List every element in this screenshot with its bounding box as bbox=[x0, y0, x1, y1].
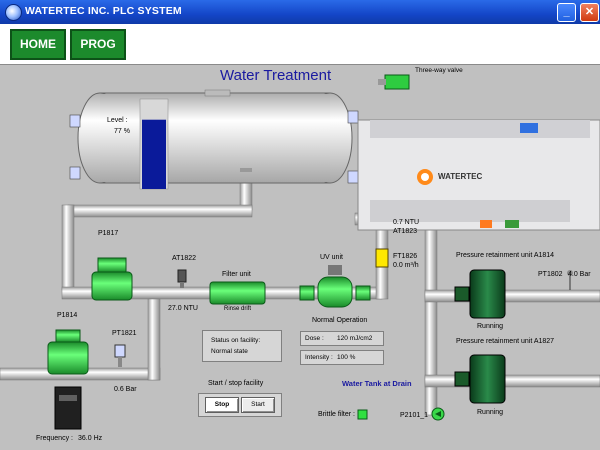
uv-unit-label: UV unit bbox=[320, 254, 343, 261]
tank-level-label: Level : bbox=[107, 117, 128, 124]
process-canvas: Water Treatment Level : 77 % Three-way v… bbox=[0, 65, 600, 450]
pt1821-sensor-icon[interactable] bbox=[114, 344, 126, 367]
at1823-tag: AT1823 bbox=[393, 228, 417, 235]
filter-unit-sublabel: Rinse drift bbox=[224, 306, 252, 312]
dose-label: Dose : bbox=[305, 335, 324, 342]
p1817-label: P1817 bbox=[98, 230, 119, 237]
pressure-unit-a1827-icon[interactable] bbox=[454, 354, 506, 404]
plc-brand-label: WATERTEC bbox=[438, 172, 483, 181]
pt1802-value: 4.0 Bar bbox=[568, 271, 591, 278]
p2101-label: P2101_1 bbox=[400, 412, 429, 419]
pt1821-tag: PT1821 bbox=[112, 330, 137, 337]
pt1802-tag: PT1802 bbox=[538, 271, 563, 278]
start-stop-label: Start / stop facility bbox=[208, 380, 264, 387]
pressure-unit-1-label: Pressure retainment unit A1814 bbox=[456, 252, 555, 259]
intensity-label: Intensity : bbox=[305, 354, 333, 361]
diagram-title: Water Treatment bbox=[220, 67, 332, 84]
water-tank bbox=[77, 89, 353, 190]
pump-p1817-icon[interactable] bbox=[91, 257, 133, 301]
close-button[interactable]: ✕ bbox=[580, 3, 599, 22]
ft1826-flowmeter-icon[interactable] bbox=[375, 248, 389, 268]
p2101-pump-icon[interactable] bbox=[431, 407, 445, 421]
prog-button[interactable]: PROG bbox=[70, 29, 126, 60]
tank-level-fill bbox=[142, 119, 166, 189]
brittle-filter-indicator bbox=[357, 409, 368, 420]
stop-button[interactable]: Stop bbox=[205, 397, 239, 413]
pressure-unit-1-status: Running bbox=[477, 323, 504, 330]
at1822-value: 27.0 NTU bbox=[168, 305, 198, 312]
minimize-button[interactable]: _ bbox=[557, 3, 576, 22]
frequency-drive-icon[interactable] bbox=[54, 386, 82, 430]
water-tank-drain-label: Water Tank at Drain bbox=[342, 379, 412, 388]
ft1826-value: 0.0 m³/h bbox=[393, 262, 419, 269]
p1814-label: P1814 bbox=[57, 312, 78, 319]
pump-p1814-icon[interactable] bbox=[47, 329, 89, 375]
at1822-sensor-icon[interactable] bbox=[177, 269, 187, 288]
home-button[interactable]: HOME bbox=[10, 29, 66, 60]
uv-unit-icon[interactable] bbox=[299, 265, 371, 308]
tank-level-value: 77 % bbox=[114, 128, 130, 135]
brittle-filter-label: Brittle filter : bbox=[318, 411, 355, 418]
start-button[interactable]: Start bbox=[241, 397, 275, 413]
pressure-unit-2-label: Pressure retainment unit A1827 bbox=[456, 338, 555, 345]
frequency-label: Frequency : bbox=[36, 435, 73, 442]
facility-status-label: Status on facility: bbox=[211, 337, 261, 344]
three-way-valve-icon[interactable] bbox=[378, 74, 410, 90]
pressure-unit-2-status: Running bbox=[477, 409, 504, 416]
at1823-value: 0.7 NTU bbox=[393, 219, 420, 226]
filter-unit-label: Filter unit bbox=[222, 271, 251, 278]
frequency-value: 36.0 Hz bbox=[78, 435, 103, 442]
intensity-value: 100 % bbox=[337, 354, 356, 361]
ft1826-tag: FT1826 bbox=[393, 253, 418, 260]
facility-status-value: Normal state bbox=[211, 348, 248, 355]
three-way-valve-label: Three-way valve bbox=[415, 67, 463, 74]
window-title: WATERTEC INC. PLC SYSTEM bbox=[25, 5, 182, 17]
uv-unit-status: Normal Operation bbox=[312, 317, 368, 324]
pt1821-value: 0.6 Bar bbox=[114, 386, 137, 393]
dose-panel: Dose : 120 mJ/cm2 bbox=[300, 331, 384, 346]
at1822-tag: AT1822 bbox=[172, 255, 196, 262]
pressure-unit-a1814-icon[interactable] bbox=[454, 269, 506, 319]
filter-unit-icon[interactable] bbox=[209, 281, 266, 305]
app-icon bbox=[5, 4, 22, 21]
nav-bar: HOME PROG bbox=[0, 24, 600, 65]
window-titlebar: WATERTEC INC. PLC SYSTEM _ ✕ bbox=[0, 0, 600, 24]
dose-value: 120 mJ/cm2 bbox=[337, 335, 373, 342]
intensity-panel: Intensity : 100 % bbox=[300, 350, 384, 365]
facility-status-panel: Status on facility: Normal state bbox=[202, 330, 282, 362]
